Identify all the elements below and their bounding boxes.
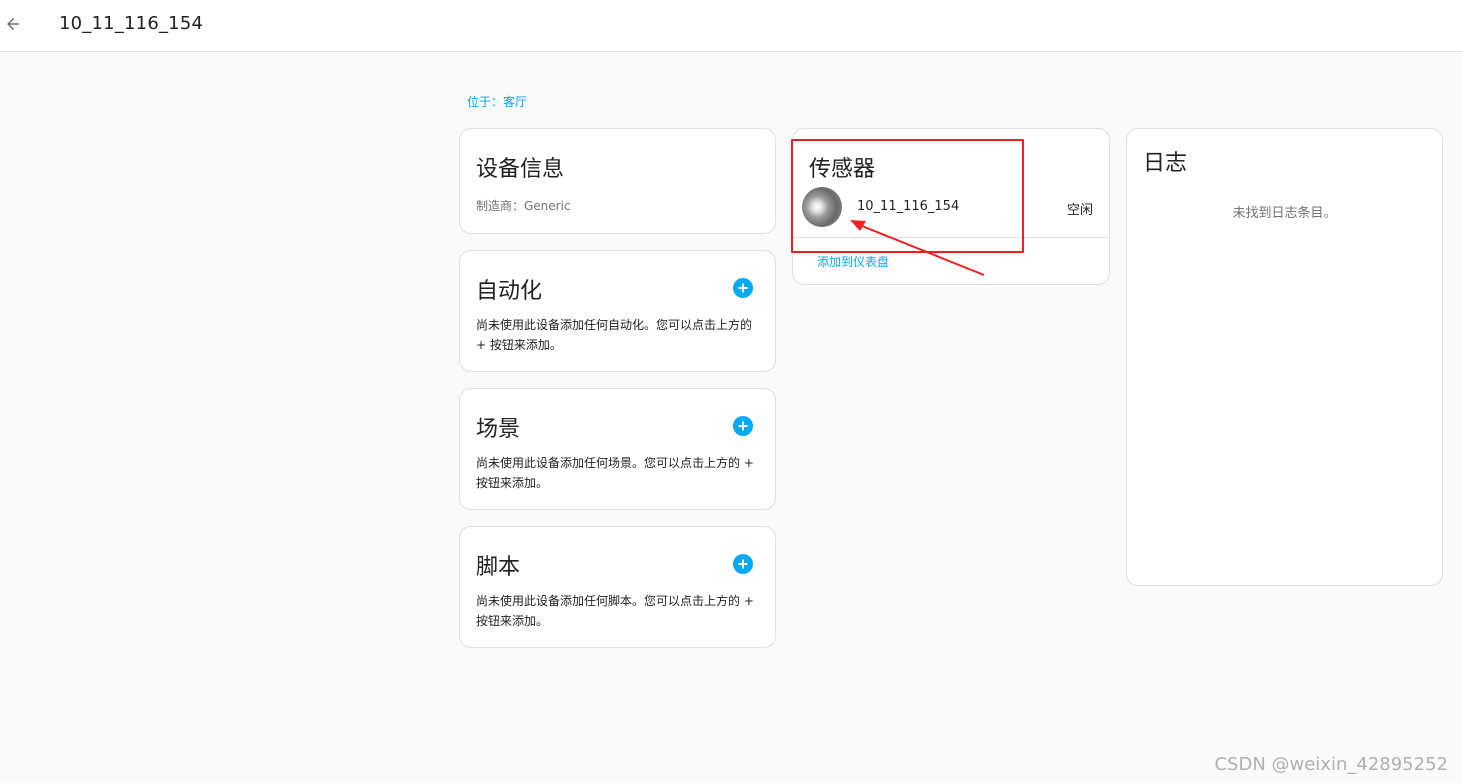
logbook-title: 日志 [1143,151,1188,176]
automation-card: 自动化 尚未使用此设备添加任何自动化。您可以点击上方的 + 按钮来添加。 [459,250,776,372]
plus-icon [738,421,748,431]
plus-icon [738,559,748,569]
manufacturer-text: 制造商：Generic [476,199,571,213]
sensors-title: 传感器 [809,157,876,182]
sensor-entity-state: 空闲 [1066,203,1093,218]
add-scene-button[interactable] [733,416,753,436]
watermark: CSDN @weixin_42895252 [1214,754,1448,775]
scene-title: 场景 [476,417,521,442]
add-to-dashboard-button[interactable]: 添加到仪表盘 [817,253,889,270]
add-script-button[interactable] [733,554,753,574]
page-title: 10_11_116_154 [59,13,204,34]
script-card: 脚本 尚未使用此设备添加任何脚本。您可以点击上方的 + 按钮来添加。 [459,526,776,648]
automation-title: 自动化 [476,279,543,304]
plus-icon [738,283,748,293]
location-label[interactable]: 位于：客厅 [467,93,527,110]
add-automation-button[interactable] [733,278,753,298]
back-button[interactable] [0,10,26,38]
logbook-empty-text: 未找到日志条目。 [1232,206,1337,221]
scene-card: 场景 尚未使用此设备添加任何场景。您可以点击上方的 + 按钮来添加。 [459,388,776,510]
device-info-card: 设备信息 制造商：Generic [459,128,776,234]
scene-description: 尚未使用此设备添加任何场景。您可以点击上方的 + 按钮来添加。 [476,456,754,490]
arrow-left-icon [7,18,19,30]
sensor-avatar [802,187,842,227]
logbook-card: 日志 未找到日志条目。 [1126,128,1443,586]
device-info-title: 设备信息 [476,157,565,182]
sensor-entity-name: 10_11_116_154 [857,199,960,214]
script-title: 脚本 [476,555,521,580]
automation-description: 尚未使用此设备添加任何自动化。您可以点击上方的 + 按钮来添加。 [476,318,753,352]
top-app-bar: 10_11_116_154 [0,0,1462,52]
sensor-entity-row[interactable]: 10_11_116_154 空闲 [793,187,1109,231]
card-divider [793,237,1109,238]
sensors-card: 传感器 10_11_116_154 空闲 添加到仪表盘 [792,128,1110,285]
script-description: 尚未使用此设备添加任何脚本。您可以点击上方的 + 按钮来添加。 [476,594,754,628]
